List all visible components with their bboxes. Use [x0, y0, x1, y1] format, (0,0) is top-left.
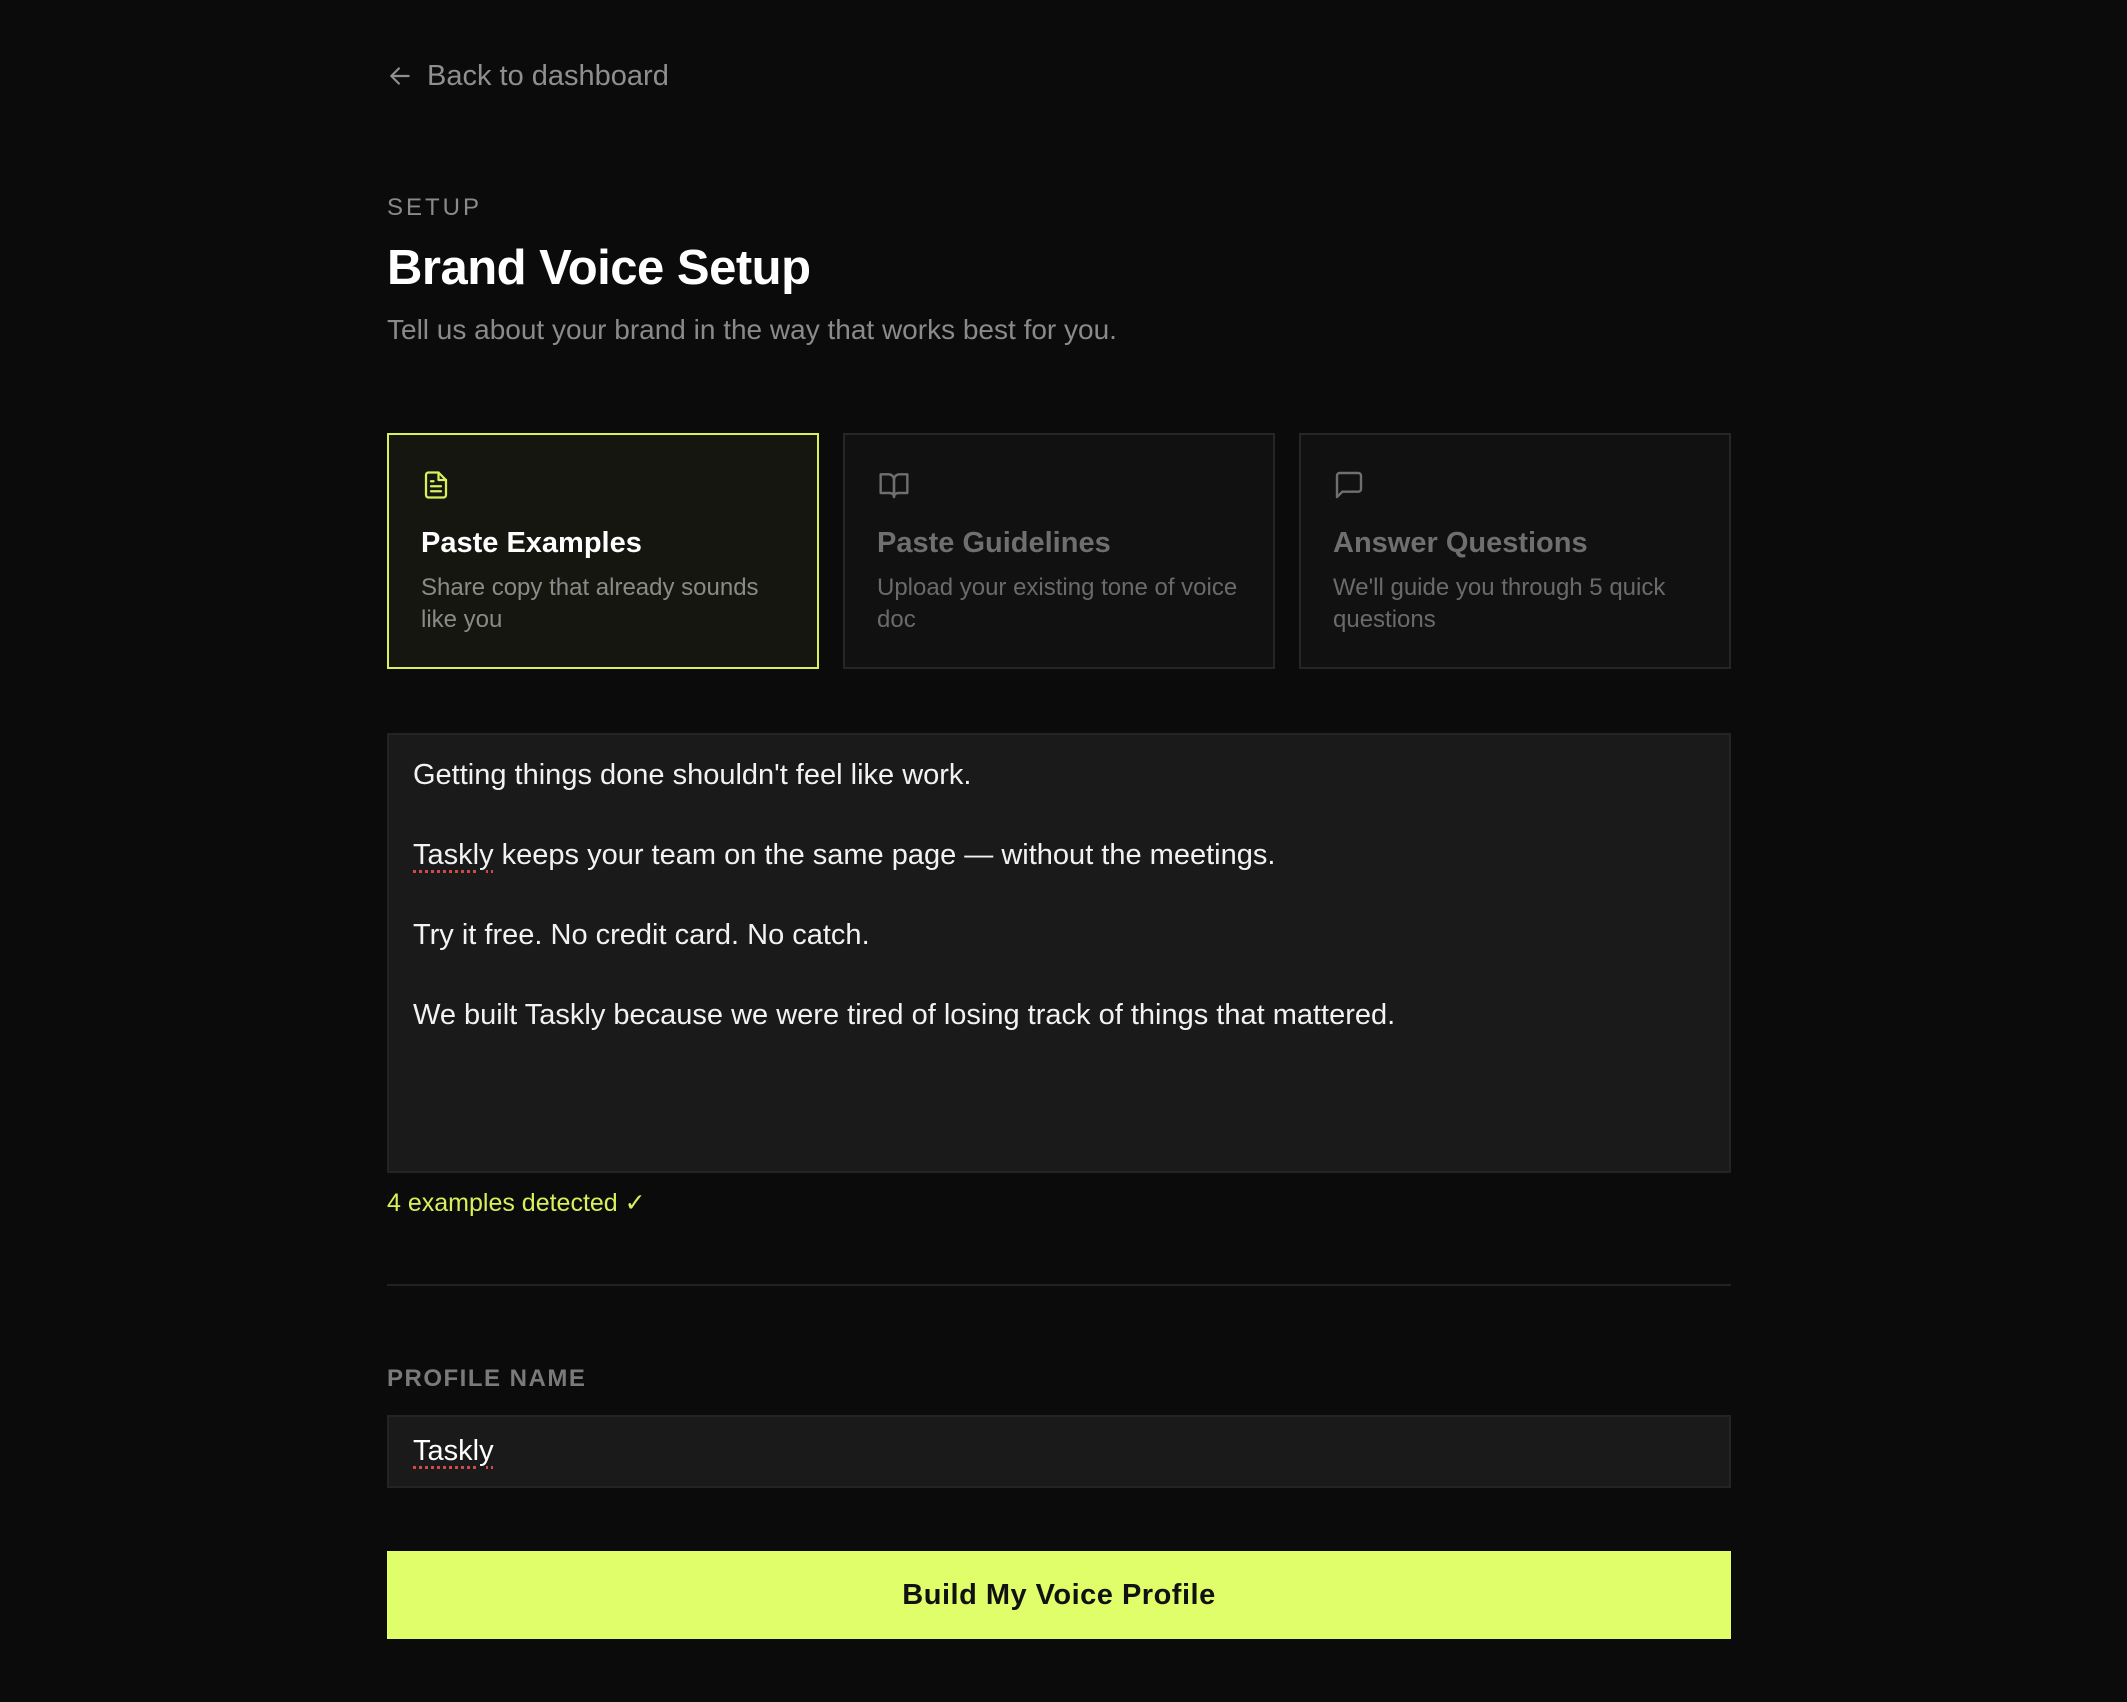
- back-link-label: Back to dashboard: [427, 59, 669, 92]
- book-open-icon: [877, 467, 1241, 503]
- input-mode-options: Paste Examples Share copy that already s…: [387, 433, 1731, 669]
- section-eyebrow: SETUP: [387, 194, 483, 221]
- mode-card-paste-examples[interactable]: Paste Examples Share copy that already s…: [387, 433, 819, 669]
- page-subtitle: Tell us about your brand in the way that…: [387, 314, 1117, 345]
- section-divider: [387, 1284, 1731, 1286]
- spellcheck-word: Taskly: [413, 839, 494, 871]
- examples-detected-status: 4 examples detected ✓: [387, 1189, 646, 1217]
- chat-bubble-icon: [1333, 467, 1697, 503]
- mode-card-title: Paste Examples: [421, 527, 642, 559]
- profile-name-value: Taskly: [413, 1435, 494, 1467]
- example-line: Taskly keeps your team on the same page …: [413, 839, 1276, 871]
- profile-name-label: PROFILE NAME: [387, 1365, 587, 1392]
- example-line: Try it free. No credit card. No catch.: [413, 919, 870, 951]
- arrow-left-icon: [387, 63, 413, 89]
- profile-name-input[interactable]: Taskly: [387, 1415, 1731, 1488]
- back-to-dashboard-link[interactable]: Back to dashboard: [387, 56, 669, 96]
- mode-card-paste-guidelines[interactable]: Paste Guidelines Upload your existing to…: [843, 433, 1275, 669]
- page-title: Brand Voice Setup: [387, 241, 811, 295]
- examples-textarea[interactable]: Getting things done shouldn't feel like …: [387, 733, 1731, 1173]
- example-line: Getting things done shouldn't feel like …: [413, 759, 972, 791]
- build-voice-profile-button[interactable]: Build My Voice Profile: [387, 1551, 1731, 1639]
- document-icon: [421, 467, 785, 503]
- mode-card-title: Paste Guidelines: [877, 527, 1111, 559]
- mode-card-description: Upload your existing tone of voice doc: [877, 574, 1238, 633]
- example-line: We built Taskly because we were tired of…: [413, 999, 1396, 1031]
- mode-card-title: Answer Questions: [1333, 527, 1588, 559]
- mode-card-description: We'll guide you through 5 quick question…: [1333, 574, 1666, 633]
- mode-card-answer-questions[interactable]: Answer Questions We'll guide you through…: [1299, 433, 1731, 669]
- mode-card-description: Share copy that already sounds like you: [421, 574, 759, 633]
